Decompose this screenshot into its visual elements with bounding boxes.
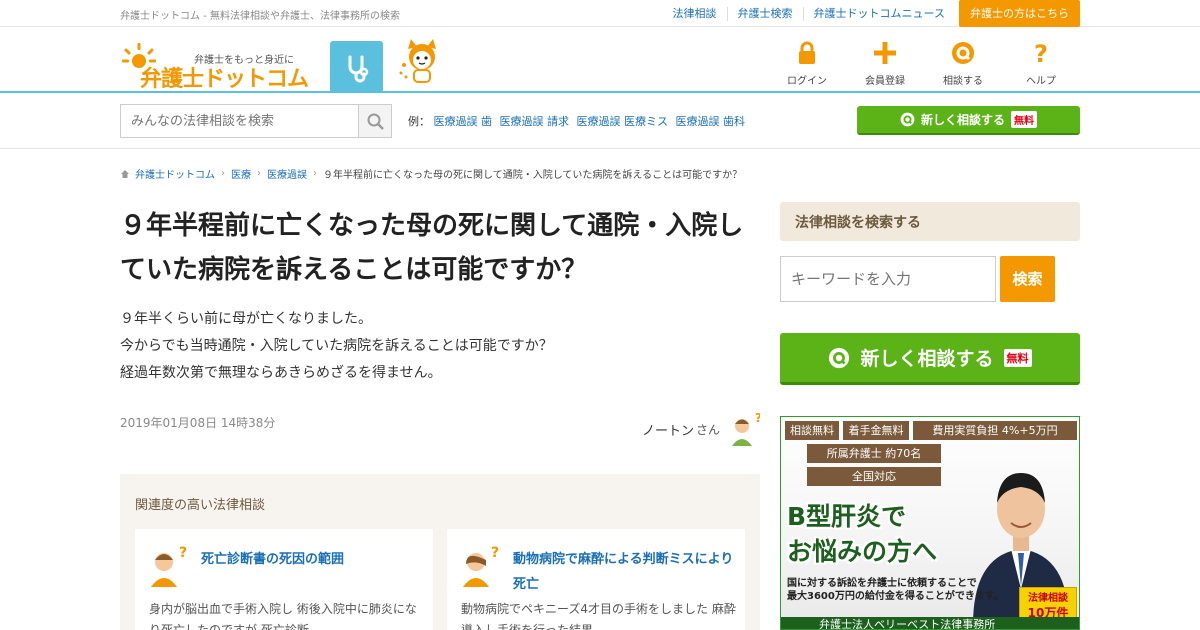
consult-icon — [952, 42, 974, 64]
site-header: 弁護士をもっと身近に 弁護士ドットコム ログイン 会員登録 相談する ? ヘルプ — [0, 27, 1200, 93]
ad-footer: 弁護士法人ベリーベスト法律事務所 — [781, 617, 1079, 629]
plus-icon — [874, 42, 896, 64]
related-card-title[interactable]: 動物病院で麻酔による判断ミスにより死亡 — [513, 547, 735, 597]
new-consult-label: 新しく相談する — [860, 348, 994, 370]
consult-icon — [829, 347, 850, 368]
related-consults: 関連度の高い法律相談 ? 死亡診断書の死因の範囲 身内が脳出血で手術入院し 術後… — [120, 474, 760, 630]
keyword-search-button[interactable]: 検索 — [1000, 256, 1055, 302]
question-title: ９年半程前に亡くなった母の死に関して通院・入院していた病院を訴えることは可能です… — [120, 211, 744, 285]
breadcrumb-home[interactable]: 弁護士ドットコム — [135, 166, 215, 181]
user-avatar-icon: ? — [151, 545, 187, 587]
nav-link-legal-consult[interactable]: 法律相談 — [663, 7, 727, 21]
ad-tag: 相談無料 — [785, 421, 839, 440]
ad-tag: 着手金無料 — [843, 421, 909, 440]
ad-tag: 全国対応 — [807, 467, 941, 486]
mascot-icon — [399, 39, 436, 83]
examples-label: 例： — [408, 115, 430, 128]
related-card-excerpt: 身内が脳出血で手術入院し 術後入院中に肺炎になり死亡したのですが 死亡診断 — [149, 602, 417, 630]
ad-body-line: 国に対する訴訟を弁護士に依頼することで — [787, 578, 977, 589]
ad-body: 国に対する訴訟を弁護士に依頼することで 最大3600万円の給付金を得ることができ… — [787, 577, 1057, 603]
question-line: 今からでも当時通院・入院していた病院を訴えることは可能ですか？ — [120, 338, 553, 354]
question-body: ９年半くらい前に母が亡くなりました。 今からでも当時通院・入院していた病院を訴え… — [120, 306, 760, 387]
related-card[interactable]: ? 動物病院で麻酔による判断ミスにより死亡 動物病院でペキニーズ4才目の手術をし… — [447, 529, 745, 630]
free-badge: 無料 — [1011, 111, 1037, 128]
site-logo[interactable]: 弁護士をもっと身近に 弁護士ドットコム — [120, 35, 320, 92]
ad-tag: 所属弁護士 約70名 — [807, 444, 941, 463]
site-tagline: 弁護士ドットコム - 無料法律相談や弁護士、法律事務所の検索 — [120, 11, 400, 22]
breadcrumb-medical[interactable]: 医療 — [231, 166, 251, 181]
example-link[interactable]: 医療過誤 請求 — [500, 115, 570, 128]
consult-label: 相談する — [943, 76, 983, 87]
consult-icon — [900, 112, 915, 127]
new-consult-button-top[interactable]: 新しく相談する 無料 — [857, 106, 1080, 135]
help-button[interactable]: ? ヘルプ — [1002, 41, 1080, 88]
home-icon — [121, 169, 129, 178]
question-line: 経過年数次第で無理ならあきらめざるを得ません。 — [120, 365, 442, 381]
keyword-input[interactable] — [780, 256, 996, 302]
svg-text:?: ? — [491, 545, 499, 561]
ad-headline-line: B型肝炎で — [787, 502, 907, 531]
user-avatar-icon: ? — [463, 545, 499, 587]
new-consult-button-sidebar[interactable]: 新しく相談する 無料 — [780, 333, 1080, 385]
related-card-title[interactable]: 死亡診断書の死因の範囲 — [201, 547, 423, 572]
breadcrumb: 弁護士ドットコム › 医療 › 医療過誤 › ９年半程前に亡くなった母の死に関し… — [120, 166, 742, 181]
sidebar-search-heading: 法律相談を検索する — [780, 202, 1080, 241]
asker-name: ノートン — [642, 423, 695, 439]
nav-link-lawyer-search[interactable]: 弁護士検索 — [726, 6, 803, 21]
consult-search-button[interactable] — [358, 104, 392, 138]
example-link[interactable]: 医療過誤 医療ミス — [577, 115, 669, 128]
login-label: ログイン — [787, 76, 827, 87]
user-avatar-icon: ? — [732, 412, 760, 446]
lawyer-entry-button[interactable]: 弁護士の方はこちら — [959, 0, 1080, 27]
consult-button[interactable]: 相談する — [924, 41, 1002, 88]
search-row: 例： 医療過誤 歯 医療過誤 請求 医療過誤 医療ミス 医療過誤 歯科 新しく相… — [0, 93, 1200, 149]
header-icon-menu: ログイン 会員登録 相談する ? ヘルプ — [768, 41, 1080, 88]
question-line: ９年半くらい前に母が亡くなりました。 — [120, 311, 372, 327]
login-button[interactable]: ログイン — [768, 41, 846, 88]
question-date: 2019年01月08日 14時38分 — [120, 416, 276, 430]
ad-body-line: 最大3600万円の給付金を得ることができます。 — [787, 591, 1004, 602]
example-link[interactable]: 医療過誤 歯 — [434, 115, 493, 128]
search-examples: 例： 医療過誤 歯 医療過誤 請求 医療過誤 医療ミス 医療過誤 歯科 — [408, 113, 749, 129]
ad-headline: B型肝炎で お悩みの方へ — [787, 499, 937, 569]
asker-info: ノートン さん ? — [642, 412, 760, 446]
nav-link-news[interactable]: 弁護士ドットコムニュース — [802, 6, 955, 21]
top-nav: 法律相談 弁護士検索 弁護士ドットコムニュース 弁護士の方はこちら — [663, 0, 1080, 27]
top-bar: 弁護士ドットコム - 無料法律相談や弁護士、法律事務所の検索 法律相談 弁護士検… — [0, 0, 1200, 27]
svg-text:?: ? — [179, 545, 187, 561]
breadcrumb-separator: › — [257, 168, 261, 179]
related-card[interactable]: ? 死亡診断書の死因の範囲 身内が脳出血で手術入院し 術後入院中に肺炎になり死亡… — [135, 529, 433, 630]
breadcrumb-separator: › — [221, 168, 225, 179]
related-heading: 関連度の高い法律相談 — [135, 498, 266, 513]
svg-text:?: ? — [755, 412, 760, 425]
new-consult-label: 新しく相談する — [920, 113, 1005, 127]
stethoscope-icon — [348, 55, 369, 83]
register-button[interactable]: 会員登録 — [846, 41, 924, 88]
help-icon: ? — [1034, 41, 1048, 65]
register-label: 会員登録 — [865, 76, 905, 87]
search-icon — [367, 113, 384, 130]
ad-banner[interactable]: 相談無料 着手金無料 費用実質負担 4%+5万円 所属弁護士 約70名 全国対応… — [780, 416, 1080, 630]
logo-name: 弁護士ドットコム — [140, 67, 309, 92]
consult-search-input[interactable] — [120, 104, 360, 138]
ad-headline-line: お悩みの方へ — [787, 537, 938, 566]
help-label: ヘルプ — [1026, 76, 1056, 87]
ad-badge-line: 法律相談 — [1028, 593, 1068, 604]
asker-honorific: さん — [696, 422, 721, 437]
svg-text:?: ? — [1034, 41, 1048, 65]
breadcrumb-malpractice[interactable]: 医療過誤 — [267, 166, 307, 181]
example-link[interactable]: 医療過誤 歯科 — [676, 115, 746, 128]
breadcrumb-separator: › — [313, 168, 317, 179]
lock-icon — [799, 41, 815, 64]
medical-category-badge — [330, 41, 383, 93]
breadcrumb-current: ９年半程前に亡くなった母の死に関して通院・入院していた病院を訴えることは可能です… — [323, 170, 743, 181]
free-badge: 無料 — [1003, 348, 1032, 367]
related-card-excerpt: 動物病院でペキニーズ4才目の手術をしました 麻酔導入し手術を行った結果 — [461, 602, 736, 630]
